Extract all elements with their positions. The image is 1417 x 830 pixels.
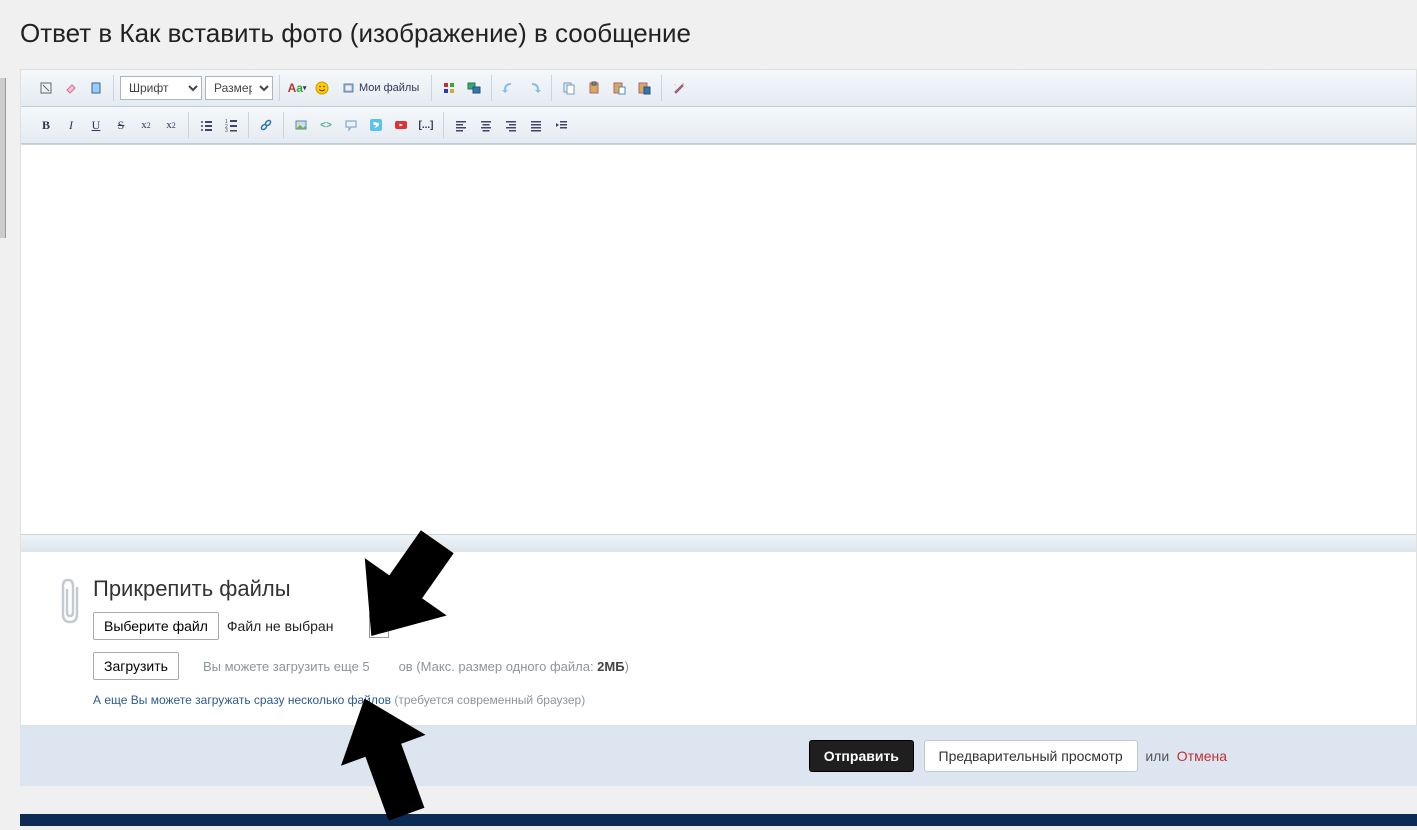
main-container: Шрифт Размер Aa▾ Мои файлы xyxy=(20,69,1417,726)
undo-icon[interactable] xyxy=(498,77,520,99)
toolbar-row-1: Шрифт Размер Aa▾ Мои файлы xyxy=(21,70,1416,107)
file-input-row: Выберите файл Файл не выбран О xyxy=(93,612,1388,640)
page-title: Ответ в Как вставить фото (изображение) … xyxy=(0,0,1417,69)
align-justify-icon[interactable] xyxy=(525,114,547,136)
text-color-icon[interactable]: Aa▾ xyxy=(286,77,308,99)
bold-icon[interactable]: B xyxy=(35,114,57,136)
paste-plain-icon[interactable] xyxy=(85,77,107,99)
link-icon[interactable] xyxy=(255,114,277,136)
translate-icon[interactable] xyxy=(463,77,485,99)
send-button[interactable]: Отправить xyxy=(809,740,914,772)
align-left-icon[interactable] xyxy=(450,114,472,136)
multi-upload-link[interactable]: А еще Вы можете загружать сразу нескольк… xyxy=(93,693,585,707)
bottom-bar xyxy=(20,814,1417,826)
paste-word-icon[interactable] xyxy=(633,77,655,99)
redo-icon[interactable] xyxy=(523,77,545,99)
size-select[interactable]: Размер xyxy=(205,76,273,100)
youtube-icon[interactable] xyxy=(390,114,412,136)
left-handle xyxy=(0,78,6,238)
italic-icon[interactable]: I xyxy=(60,114,82,136)
editor-textarea[interactable] xyxy=(21,144,1416,534)
choose-file-button[interactable]: Выберите файл xyxy=(93,612,219,640)
align-right-icon[interactable] xyxy=(500,114,522,136)
my-files-button[interactable]: Мои файлы xyxy=(336,77,425,99)
spoiler-icon[interactable]: [...] xyxy=(415,114,437,136)
upload-row: Загрузить Вы можете загрузить еще 5 ов (… xyxy=(93,652,1388,680)
image-icon[interactable] xyxy=(290,114,312,136)
special-char-icon[interactable] xyxy=(438,77,460,99)
font-select[interactable]: Шрифт xyxy=(120,76,202,100)
toolbar-row-2: B I U S x2 x2 123 xyxy=(21,107,1416,144)
magic-icon[interactable] xyxy=(668,77,690,99)
submit-bar: Отправить Предварительный просмотр или О… xyxy=(20,726,1417,786)
num-list-icon[interactable]: 123 xyxy=(220,114,242,136)
paperclip-icon xyxy=(57,576,83,637)
preview-button[interactable]: Предварительный просмотр xyxy=(924,740,1138,772)
bullet-list-icon[interactable] xyxy=(195,114,217,136)
align-center-icon[interactable] xyxy=(475,114,497,136)
remove-format-icon[interactable] xyxy=(35,77,57,99)
outdent-icon[interactable] xyxy=(550,114,572,136)
subscript-icon[interactable]: x2 xyxy=(135,114,157,136)
underline-icon[interactable]: U xyxy=(85,114,107,136)
or-text: или xyxy=(1145,748,1169,764)
no-file-label: Файл не выбран xyxy=(227,618,334,634)
strike-icon[interactable]: S xyxy=(110,114,132,136)
emoji-icon[interactable] xyxy=(311,77,333,99)
upload-button[interactable]: Загрузить xyxy=(93,652,179,680)
code-icon[interactable]: <> xyxy=(315,114,337,136)
superscript-icon[interactable]: x2 xyxy=(160,114,182,136)
multi-upload-row: А еще Вы можете загружать сразу нескольк… xyxy=(93,692,1388,707)
quote-icon[interactable] xyxy=(340,114,362,136)
paste-icon[interactable] xyxy=(583,77,605,99)
eraser-icon[interactable] xyxy=(60,77,82,99)
editor-wrap: Шрифт Размер Aa▾ Мои файлы xyxy=(21,70,1416,552)
attach-title: Прикрепить файлы xyxy=(93,576,1388,602)
attach-section: Прикрепить файлы Выберите файл Файл не в… xyxy=(21,552,1416,725)
copy-icon[interactable] xyxy=(558,77,580,99)
upload-info: Вы можете загрузить еще 5 ов (Макс. разм… xyxy=(203,659,629,674)
partial-input[interactable]: О xyxy=(369,614,389,638)
paste-text-icon[interactable] xyxy=(608,77,630,99)
editor-resize-handle[interactable] xyxy=(21,534,1416,552)
twitter-icon[interactable] xyxy=(365,114,387,136)
svg-text:3: 3 xyxy=(225,128,228,132)
cancel-link[interactable]: Отмена xyxy=(1177,748,1227,764)
